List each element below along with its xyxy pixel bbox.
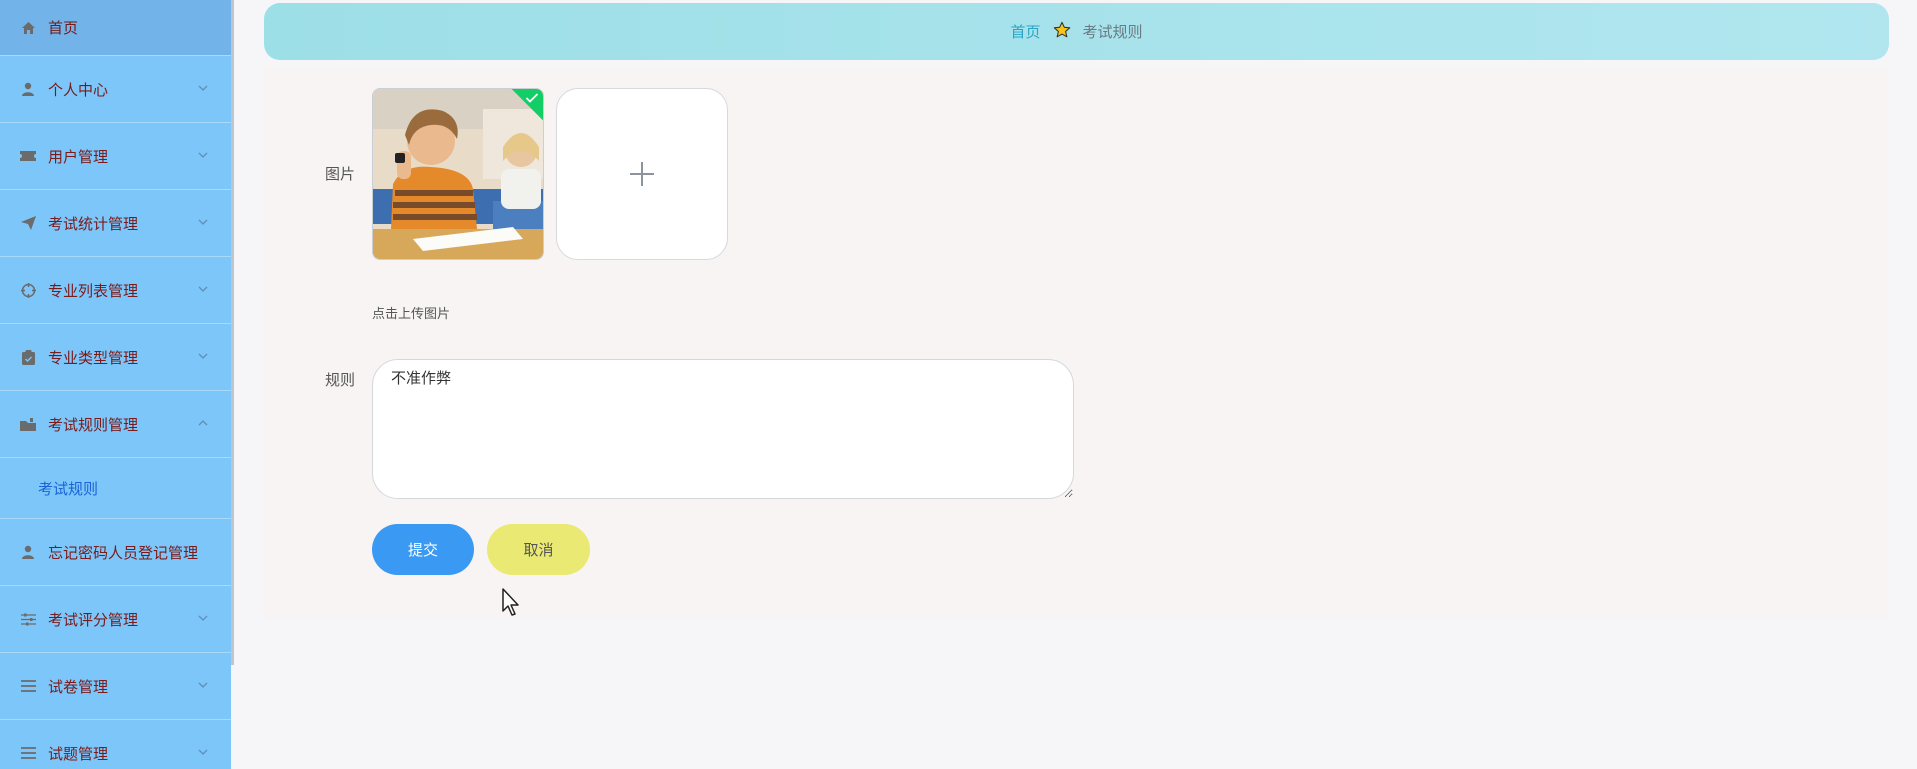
chevron-down-icon: [198, 749, 208, 755]
breadcrumb-current: 考试规则: [1082, 23, 1143, 41]
ticket-icon: [20, 148, 36, 164]
sidebar-item-label: 个人中心: [48, 80, 109, 99]
sidebar-item-exam-scoring[interactable]: 考试评分管理: [0, 586, 231, 653]
home-icon: [20, 20, 36, 36]
sidebar-item-label: 考试统计管理: [48, 214, 139, 233]
chevron-down-icon: [198, 85, 208, 91]
sidebar-item-label: 试卷管理: [48, 677, 109, 696]
check-icon: [525, 93, 539, 103]
upload-hint-text: 点击上传图片: [372, 307, 451, 322]
breadcrumb-home-link[interactable]: 首页: [1010, 21, 1040, 42]
cancel-button[interactable]: 取消: [487, 524, 590, 575]
chevron-down-icon: [198, 682, 208, 688]
chevron-down-icon: [198, 152, 208, 158]
image-field-label: 图片: [325, 165, 356, 183]
sidebar-item-label: 专业列表管理: [48, 281, 139, 300]
crosshair-icon: [20, 282, 36, 298]
sidebar-item-label: 专业类型管理: [48, 348, 139, 367]
user-icon: [20, 544, 36, 560]
sidebar-item-major-type[interactable]: 专业类型管理: [0, 324, 231, 391]
form-panel: 图片 点击上传图片 规则 不准作弊 提交 取消: [264, 68, 1889, 618]
image-upload-button[interactable]: [556, 88, 728, 260]
sidebar-item-home[interactable]: 首页: [0, 0, 231, 56]
sidebar-item-label: 试题管理: [48, 744, 109, 763]
sidebar-item-question[interactable]: 试题管理: [0, 720, 231, 769]
submit-button[interactable]: 提交: [372, 524, 474, 575]
sidebar-item-label: 首页: [48, 19, 79, 37]
sidebar-subitem-label: 考试规则: [38, 479, 99, 498]
chevron-down-icon: [198, 219, 208, 225]
sidebar-item-label: 用户管理: [48, 147, 109, 166]
sidebar-item-forgot-password[interactable]: 忘记密码人员登记管理: [0, 519, 231, 586]
sidebar-item-exam-statistics[interactable]: 考试统计管理: [0, 190, 231, 257]
chevron-down-icon: [198, 353, 208, 359]
sliders-icon: [20, 611, 36, 627]
rule-field-label: 规则: [325, 371, 356, 389]
menu-icon: [20, 678, 36, 694]
sidebar-item-label: 忘记密码人员登记管理: [48, 543, 199, 562]
sidebar-item-personal-center[interactable]: 个人中心: [0, 56, 231, 123]
sidebar-item-exam-rules[interactable]: 考试规则管理: [0, 391, 231, 458]
chevron-down-icon: [198, 286, 208, 292]
chevron-down-icon: [198, 615, 208, 621]
chevron-up-icon: [198, 420, 208, 426]
mouse-cursor-icon: [502, 588, 519, 616]
sidebar-scrollbar[interactable]: [231, 0, 234, 665]
menu-icon: [20, 745, 36, 761]
sidebar-item-label: 考试规则管理: [48, 415, 139, 434]
sidebar-item-exam-paper[interactable]: 试卷管理: [0, 653, 231, 720]
sidebar: 首页 个人中心 用户管理 考试统计管理 专业列表管理 专业类型管理 考试规则管理…: [0, 0, 231, 769]
sidebar-item-user-management[interactable]: 用户管理: [0, 123, 231, 190]
classroom-photo: [373, 89, 543, 259]
sidebar-item-label: 考试评分管理: [48, 610, 139, 629]
breadcrumb: 首页 考试规则: [264, 3, 1889, 60]
uploaded-image-thumbnail[interactable]: [372, 88, 544, 260]
sidebar-item-major-list[interactable]: 专业列表管理: [0, 257, 231, 324]
user-icon: [20, 81, 36, 97]
rule-textarea[interactable]: 不准作弊: [372, 359, 1074, 499]
paper-plane-icon: [20, 215, 36, 231]
clipboard-icon: [20, 349, 36, 365]
folder-icon: [20, 416, 36, 432]
sidebar-subitem-exam-rules[interactable]: 考试规则: [0, 458, 231, 519]
plus-icon: [630, 162, 654, 186]
star-icon: [1053, 21, 1071, 43]
